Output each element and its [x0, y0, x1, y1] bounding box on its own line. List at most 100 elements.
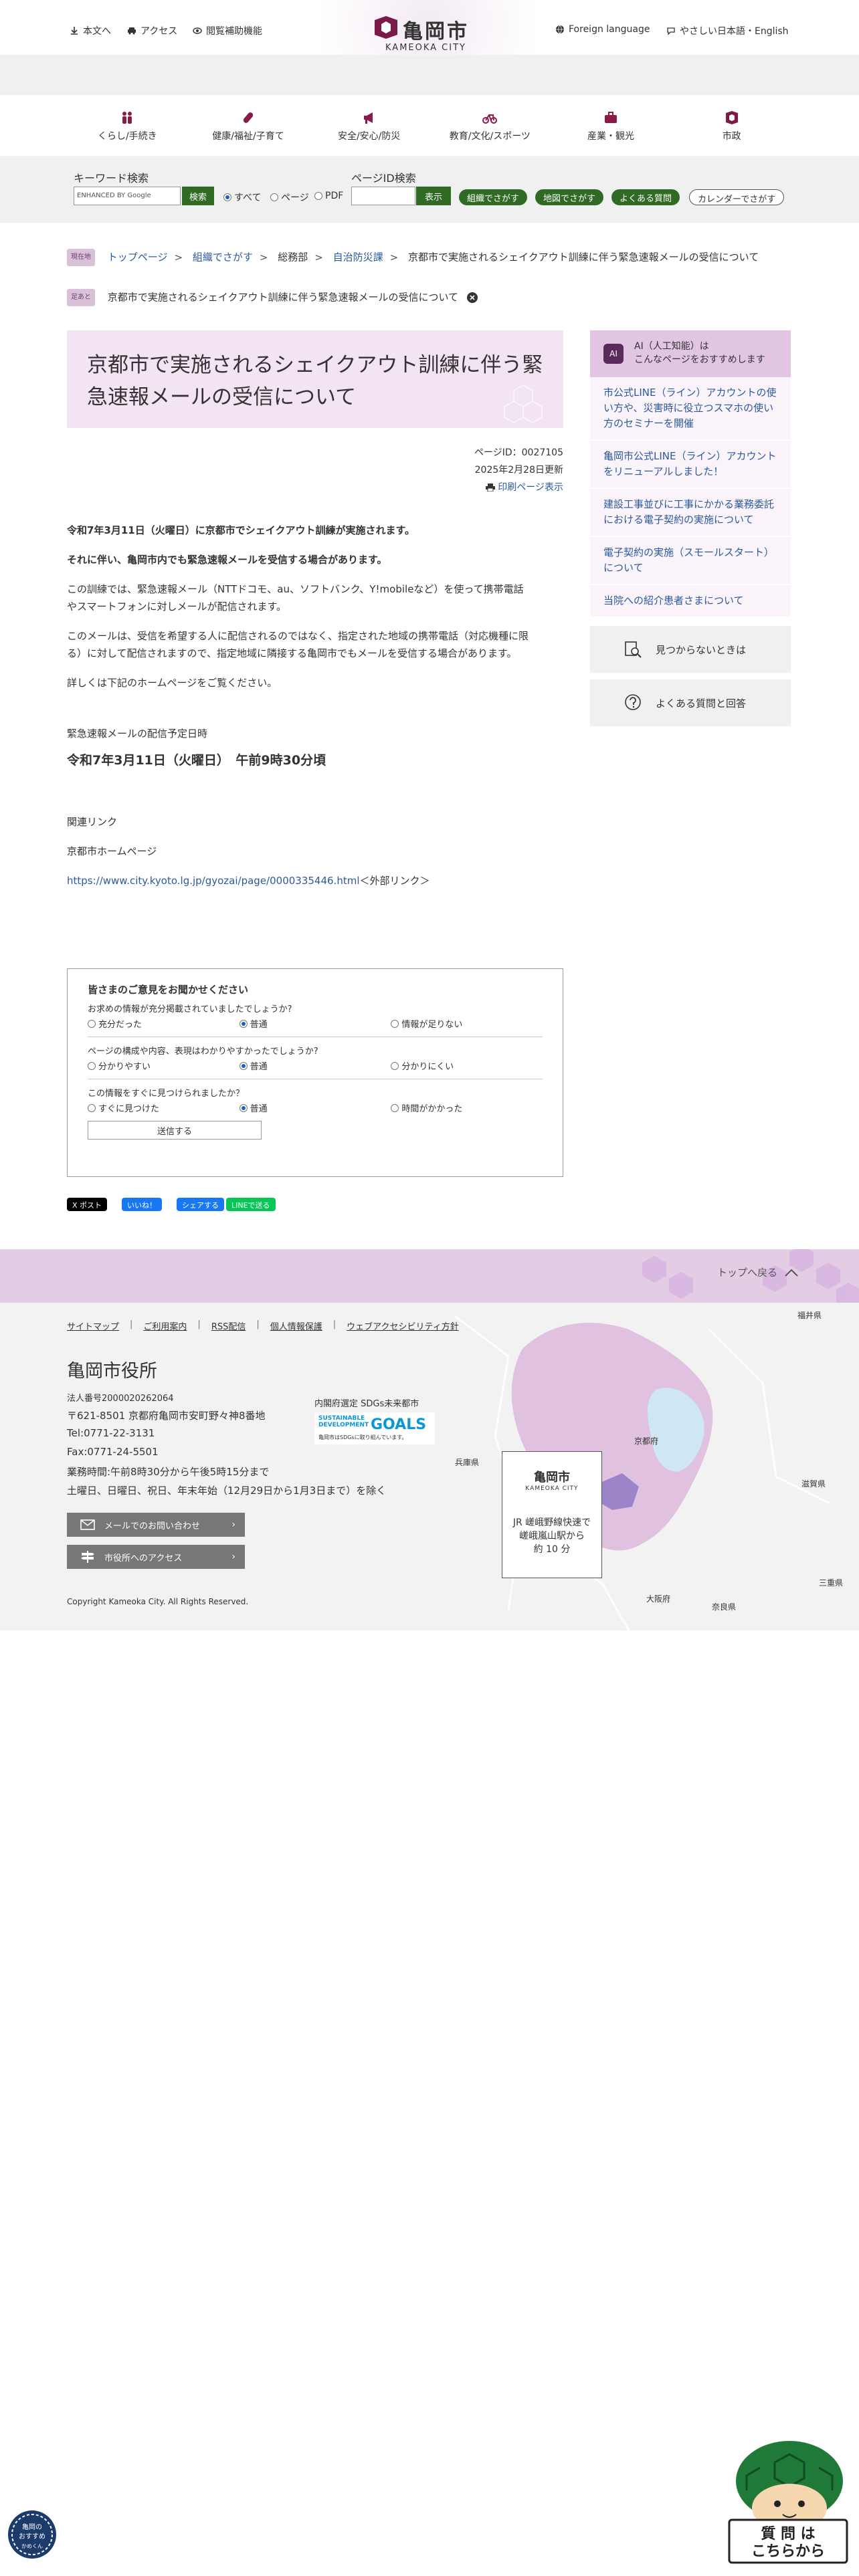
q1-option-sufficient[interactable]: 充分だった — [88, 1017, 240, 1030]
history-trail: 足あと 京都市で実施されるシェイクアウト訓練に伴う緊急速報メールの受信について — [67, 289, 792, 306]
back-to-top-link[interactable]: トップへ戻る — [717, 1265, 799, 1279]
turtle-character-icon: 質 問 は こちらから — [728, 2441, 848, 2564]
gnav-item-industry[interactable]: 産業・観光 — [551, 110, 672, 150]
site-logo[interactable]: 亀岡市 KAMEOKA CITY — [372, 13, 487, 53]
easy-japanese-link[interactable]: やさしい日本語・English — [666, 24, 789, 37]
q2-option-normal[interactable]: 普通 — [239, 1059, 391, 1072]
mascot-left-text: 亀岡の — [22, 2523, 42, 2531]
related-link-name: 京都市ホームページ — [67, 845, 157, 857]
radio-all[interactable]: すべて — [223, 191, 261, 204]
search-document-icon — [625, 641, 642, 658]
radio-pdf[interactable]: PDF — [314, 191, 343, 201]
office-access-button[interactable]: 市役所へのアクセス › — [67, 1545, 245, 1569]
mascot-left-text: かめくん — [21, 2543, 43, 2549]
signpost-icon — [81, 1551, 94, 1563]
header-band — [0, 55, 859, 95]
footer-link-rss[interactable]: RSS配信 — [211, 1319, 246, 1332]
faq-button[interactable]: よくある質問 — [611, 189, 680, 205]
mail-contact-button[interactable]: メールでのお問い合わせ › — [67, 1513, 245, 1537]
line-send-button[interactable]: LINEで送る — [226, 1198, 276, 1211]
ai-recommend-item[interactable]: 当院への紹介患者さまについて — [590, 585, 791, 618]
paragraph: 詳しくは下記のホームページをご覧ください。 — [67, 677, 278, 689]
q1-option-insufficient[interactable]: 情報が足りない — [391, 1017, 543, 1030]
paragraph: それに伴い、亀岡市内でも緊急速報メールを受信する場合があります。 — [67, 554, 387, 566]
medicine-icon — [243, 112, 254, 123]
footer-link-accessibility[interactable]: ウェブアクセシビリティ方針 — [347, 1319, 459, 1332]
recommend-mascot-button[interactable]: 亀岡の おすすめ かめくん — [5, 2501, 59, 2568]
breadcrumb-organization[interactable]: 組織でさがす — [193, 251, 253, 263]
q1-option-normal[interactable]: 普通 — [239, 1017, 391, 1030]
download-icon — [71, 27, 78, 35]
radio-dot — [314, 192, 322, 200]
survey-question-2: ページの構成や内容、表現はわかりやすかったでしょうか? — [88, 1047, 318, 1057]
bicycle-icon — [482, 114, 498, 124]
copyright: Copyright Kameoka City. All Rights Reser… — [67, 1597, 249, 1606]
faq-sidebar-button[interactable]: よくある質問と回答 — [590, 679, 791, 726]
business-hours: 業務時間:午前8時30分から午後5時15分まで — [67, 1466, 270, 1478]
article-body: 令和7年3月11日（火曜日）に京都市でシェイクアウト訓練が実施されます。 それに… — [67, 522, 563, 889]
q3-option-normal[interactable]: 普通 — [239, 1101, 391, 1114]
q2-option-unclear[interactable]: 分かりにくい — [391, 1059, 543, 1072]
print-link[interactable]: 印刷ページ表示 — [474, 479, 563, 496]
related-link-row: https://www.city.kyoto.lg.jp/gyozai/page… — [67, 872, 563, 889]
access-link[interactable]: アクセス — [127, 24, 177, 37]
footer-top-band: トップへ戻る — [0, 1249, 859, 1303]
turtle-shell-decoration-icon — [504, 384, 543, 424]
map-label-kyoto: 京都府 — [634, 1436, 659, 1446]
page-id-input[interactable] — [351, 187, 415, 205]
keyword-search-button[interactable]: 検索 — [182, 187, 214, 205]
keyword-search-input[interactable]: ENHANCED BY Google — [74, 187, 181, 205]
x-post-button[interactable]: X ポスト — [67, 1198, 108, 1211]
gnav-item-living[interactable]: くらし/手続き — [67, 110, 188, 150]
facebook-like-button[interactable]: いいね！ — [122, 1198, 162, 1211]
radio-page[interactable]: ページ — [270, 191, 309, 204]
breadcrumb-top[interactable]: トップページ — [108, 251, 168, 263]
not-found-button[interactable]: 見つからないときは — [590, 626, 791, 673]
footer-link-sitemap[interactable]: サイトマップ — [67, 1319, 119, 1332]
history-item[interactable]: 京都市で実施されるシェイクアウト訓練に伴う緊急速報メールの受信について — [108, 292, 458, 304]
survey-send-button[interactable]: 送信する — [88, 1121, 262, 1140]
q3-option-slow[interactable]: 時間がかかった — [391, 1101, 543, 1114]
gnav-item-city-admin[interactable]: 市政 — [671, 110, 792, 150]
corporate-number: 法人番号2000020262064 — [67, 1394, 174, 1404]
radio-dot — [270, 193, 278, 201]
accessibility-link[interactable]: 閲覧補助機能 — [193, 24, 262, 37]
find-by-map-button[interactable]: 地図でさがす — [535, 189, 604, 205]
kyoto-city-link[interactable]: https://www.city.kyoto.lg.jp/gyozai/page… — [67, 875, 359, 887]
footer-link-guide[interactable]: ご利用案内 — [143, 1319, 187, 1332]
find-by-organization-button[interactable]: 組織でさがす — [459, 189, 528, 205]
keyword-search-label: キーワード検索 — [74, 172, 149, 185]
skip-to-content-link[interactable]: 本文へ — [70, 24, 111, 37]
external-link-label: ＜外部リンク＞ — [359, 875, 430, 887]
ai-recommend-item[interactable]: 亀岡市公式LINE（ライン）アカウントをリニューアルしました！ — [590, 441, 791, 489]
page-id-show-button[interactable]: 表示 — [416, 187, 451, 205]
ai-recommend-item[interactable]: 市公式LINE（ライン）アカウントの使い方や、災害時に役立つスマホの使い方のセミ… — [590, 377, 791, 441]
sdgs-logo[interactable]: SUSTAINABLE DEVELOPMENT GOALS 亀岡市はSDGsに取… — [314, 1412, 435, 1444]
gnav-item-health[interactable]: 健康/福祉/子育て — [188, 110, 309, 150]
paragraph: このメールは、受信を希望する人に配信されるのではなく、指定された地域の携帯電話（… — [67, 630, 529, 642]
gnav-item-education[interactable]: 教育/文化/スポーツ — [430, 110, 551, 150]
gnav-item-safety[interactable]: 安全/安心/防災 — [308, 110, 430, 150]
close-icon[interactable] — [466, 292, 478, 303]
chevron-right-icon: › — [231, 1519, 235, 1530]
chevron-right-icon: › — [231, 1551, 235, 1562]
car-icon — [128, 27, 136, 35]
footer-link-privacy[interactable]: 個人情報保護 — [270, 1319, 322, 1332]
question-mascot-button[interactable]: 質 問 は こちらから — [716, 2434, 850, 2568]
related-links-heading: 関連リンク — [67, 816, 118, 828]
breadcrumb-disaster-prevention[interactable]: 自治防災課 — [333, 251, 383, 263]
printer-icon — [485, 484, 495, 492]
survey-options-1: 充分だった 普通 情報が足りない — [88, 1017, 543, 1030]
paragraph: る）に対して配信されますので、指定地域に隣接する亀岡市でもメールを受信する場合が… — [67, 647, 517, 659]
briefcase-icon — [605, 112, 617, 123]
q3-option-quick[interactable]: すぐに見つけた — [88, 1101, 240, 1114]
ai-recommend-item[interactable]: 建設工事並びに工事にかかる業務委託における電子契約の実施について — [590, 489, 791, 537]
foreign-language-link[interactable]: Foreign language — [555, 24, 650, 35]
q2-option-clear[interactable]: 分かりやすい — [88, 1059, 240, 1072]
city-emblem-icon — [725, 111, 738, 124]
find-by-calendar-button[interactable]: カレンダーでさがす — [689, 189, 785, 205]
map-card-logo: 亀岡市 — [534, 1471, 570, 1485]
facebook-share-button[interactable]: シェアする — [177, 1198, 224, 1211]
map-label-nara: 奈良県 — [712, 1602, 737, 1612]
ai-recommend-item[interactable]: 電子契約の実施（スモールスタート）について — [590, 537, 791, 585]
